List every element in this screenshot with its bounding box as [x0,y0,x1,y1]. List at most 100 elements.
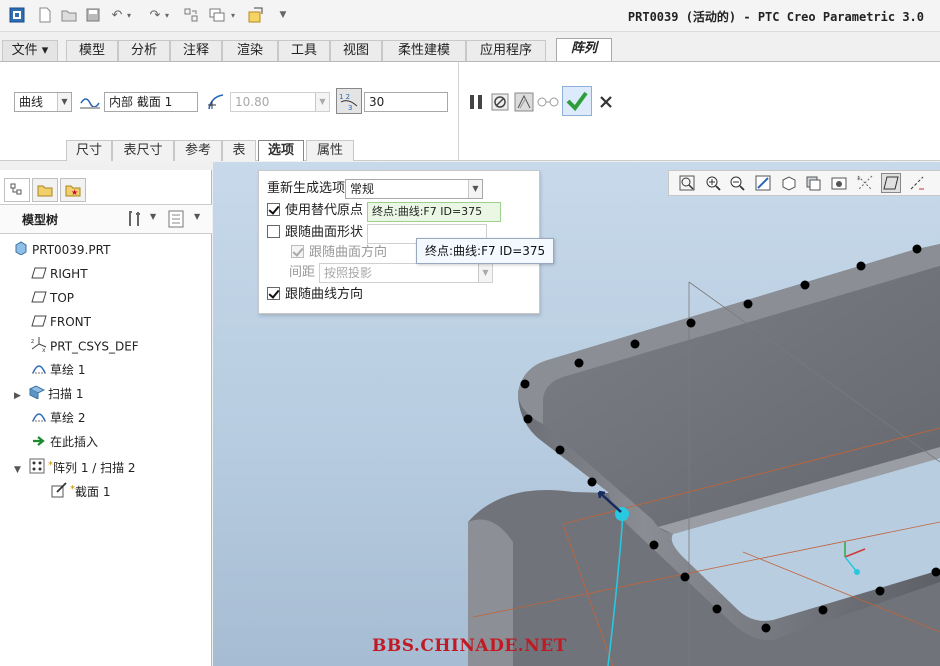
follow-curve-dir-checkbox[interactable] [267,287,280,300]
chevron-down-icon: ▼ [478,264,492,282]
tab-pattern[interactable]: 阵列 [556,38,612,62]
subtab-table-dimensions[interactable]: 表尺寸 [112,140,174,161]
tree-tools-icon[interactable] [126,210,144,231]
undo-dropdown-icon[interactable]: ▾ [124,6,134,24]
follow-curve-dir-label: 跟随曲线方向 [285,287,364,302]
tab-applications[interactable]: 应用程序 [466,40,546,62]
saved-orientations-icon[interactable] [779,173,799,193]
member-count-icon[interactable]: 1 23 [336,88,362,114]
tree-item-section-1[interactable]: *截面 1 [50,480,110,500]
subtab-properties[interactable]: 属性 [306,140,354,161]
tree-item-part[interactable]: PRT0039.PRT [12,240,110,260]
preview-icon[interactable] [512,90,536,114]
alt-origin-value: 终点:曲线:F7 ID=375 [372,205,483,218]
plane-display-icon[interactable] [881,173,901,193]
spacing-select-value: 按照投影 [324,266,373,280]
chevron-down-icon[interactable]: ▼ [150,212,156,221]
tree-item-sweep-1[interactable]: ▶ 扫描 1 [14,384,83,404]
confirm-button[interactable] [562,86,592,116]
tab-render[interactable]: 渲染 [222,40,278,62]
new-file-icon[interactable] [36,6,54,24]
glasses-icon[interactable] [536,90,560,114]
windows-icon[interactable] [208,6,226,24]
follow-surface-dir-label: 跟随曲面方向 [309,245,388,260]
folder-browser-tab-icon[interactable] [32,178,58,202]
spacing-value: 10.80 [235,95,270,109]
tree-item-right[interactable]: RIGHT [30,264,88,284]
tree-item-front[interactable]: FRONT [30,312,91,332]
follow-curve-dir-row[interactable]: 跟随曲线方向 [267,285,363,305]
datum-display-icon[interactable]: * [855,173,875,193]
alt-origin-collector[interactable]: 终点:曲线:F7 ID=375 [367,202,501,222]
svg-text:x: x [42,347,46,352]
pattern-type-select[interactable]: 曲线 ▼ [14,92,72,112]
repaint-icon[interactable] [753,173,773,193]
tab-model[interactable]: 模型 [66,40,118,62]
subtab-references[interactable]: 参考 [174,140,222,161]
windows-dropdown-icon[interactable]: ▾ [228,6,238,24]
curve-reference-field[interactable]: 内部 截面 1 [104,92,198,112]
close-icon [600,96,612,108]
watermark: BBS.CHINADE.NET [372,636,567,656]
follow-surface-shape-row[interactable]: 跟随曲面形状 [267,223,363,243]
tree-item-top[interactable]: TOP [30,288,74,308]
chevron-down-icon[interactable]: ▼ [194,212,200,221]
axis-display-icon[interactable] [907,173,927,193]
follow-surface-dir-row: 跟随曲面方向 [291,243,387,263]
subtab-dimensions[interactable]: 尺寸 [66,140,112,161]
csys-icon: zx [30,336,48,358]
tab-annotate[interactable]: 注释 [170,40,222,62]
follow-surface-shape-label: 跟随曲面形状 [285,225,364,240]
model-tree-header: 模型树 ▼ ▼ [0,204,212,234]
save-icon[interactable] [84,6,102,24]
model-tree-tab-icon[interactable] [4,178,30,202]
tab-file[interactable]: 文件 ▾ [2,40,58,62]
no-preview-icon[interactable] [488,90,512,114]
tab-flexible-modeling[interactable]: 柔性建模 [382,40,466,62]
tab-view[interactable]: 视图 [330,40,382,62]
datum-plane-icon [30,265,48,285]
redo-dropdown-icon[interactable]: ▾ [162,6,172,24]
use-alt-origin-row[interactable]: 使用替代原点 [267,201,363,221]
subtab-tables[interactable]: 表 [222,140,256,161]
use-alt-origin-checkbox[interactable] [267,203,280,216]
pause-icon[interactable] [464,90,488,114]
tree-item-insert-here[interactable]: 在此插入 [30,432,98,452]
refit-icon[interactable] [677,173,697,193]
display-style-icon[interactable] [803,173,823,193]
subtab-options[interactable]: 选项 [258,140,304,161]
zoom-in-icon[interactable] [703,173,723,193]
follow-surface-dir-checkbox [291,245,304,258]
use-alt-origin-label: 使用替代原点 [285,203,364,218]
tree-item-sketch-1[interactable]: 草绘 1 [30,360,85,380]
part-icon [12,240,30,261]
tree-item-csys[interactable]: z x PRT_CSYS_DEF [30,336,139,356]
spacing-field[interactable]: 10.80 ▼ [230,92,330,112]
tree-settings-icon[interactable] [168,210,184,231]
svg-text:3: 3 [348,104,352,112]
favorites-tab-icon[interactable]: ★ [60,178,86,202]
tab-analysis[interactable]: 分析 [118,40,170,62]
svg-text:z: z [31,338,34,345]
member-count-field[interactable]: 30 [364,92,448,112]
pattern-type-value: 曲线 [19,95,44,109]
customize-toolbar-icon[interactable]: ▼ [274,6,292,24]
cancel-button[interactable] [594,90,618,114]
close-window-icon[interactable] [246,6,264,24]
regenerate-icon[interactable] [182,6,200,24]
view-manager-icon[interactable] [829,173,849,193]
tree-item-sketch-2[interactable]: 草绘 2 [30,408,85,428]
follow-surface-shape-checkbox[interactable] [267,225,280,238]
sketch-icon [30,361,48,381]
tab-tools[interactable]: 工具 [278,40,330,62]
expand-arrow-icon[interactable]: ▶ [14,386,28,406]
tree-item-pattern-1[interactable]: ▼ *阵列 1 / 扫描 2 [14,456,136,476]
insert-arrow-icon [30,433,48,453]
open-folder-icon[interactable] [60,6,78,24]
collapse-arrow-icon[interactable]: ▼ [14,460,28,480]
app-menu-icon[interactable] [8,6,26,24]
member-count-value: 30 [369,95,385,109]
zoom-out-icon[interactable] [727,173,747,193]
regen-select[interactable]: 常规 ▼ [345,179,483,199]
view-toolbar: * [668,170,940,196]
